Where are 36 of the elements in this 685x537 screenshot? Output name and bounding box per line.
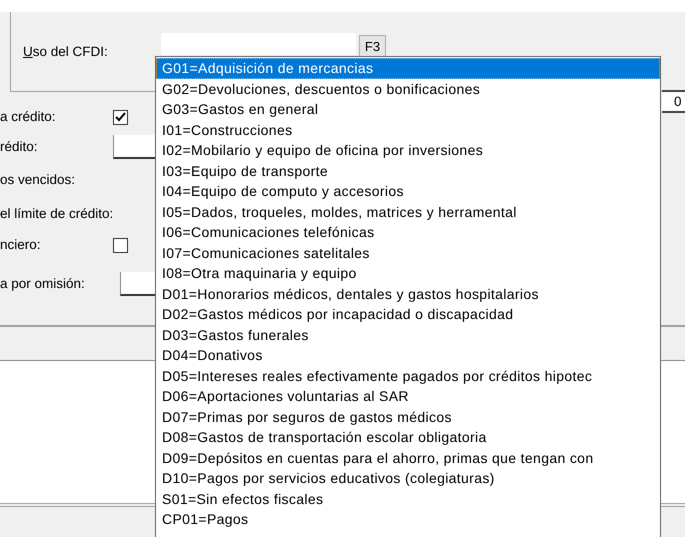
field-label: os vencidos: [0, 170, 76, 189]
list-item[interactable]: D01=Honorarios médicos, dentales y gastos hospitalarios [156, 284, 660, 304]
list-item[interactable]: D10=Pagos por servicios educativos (colegiaturas) [156, 468, 660, 488]
lookup-button[interactable]: F3 [359, 35, 386, 58]
list-item[interactable]: D03=Gastos funerales [156, 324, 660, 345]
list-item[interactable]: I05=Dados, troqueles, moldes, matrices y herramental [156, 202, 660, 222]
field-label: rédito: [0, 138, 38, 156]
list-item[interactable]: G03=Gastos en general [156, 99, 660, 120]
list-item[interactable]: CP01=Pagos [156, 509, 660, 530]
list-item[interactable]: G02=Devoluciones, descuentos o bonificaciones [156, 78, 660, 99]
list-item[interactable]: S01=Sin efectos fiscales [156, 488, 660, 509]
list-item[interactable]: I08=Otra maquinaria y equipo [156, 263, 660, 284]
list-item[interactable]: I02=Mobilario y equipo de oficina por inversiones [156, 140, 660, 160]
checkbox[interactable] [113, 110, 128, 124]
input-field[interactable] [161, 33, 356, 55]
list-item[interactable]: I04=Equipo de computo y accesorios [156, 181, 660, 202]
field-label: a crédito: [0, 108, 56, 126]
field-label: el límite de crédito: [0, 204, 114, 223]
list-item[interactable]: I07=Comunicaciones satelitales [156, 242, 660, 263]
checkmark-icon [115, 112, 126, 122]
field-label: Uso del CFDI: [23, 43, 109, 61]
checkbox[interactable] [113, 238, 128, 252]
list-item[interactable]: D07=Primas por seguros de gastos médicos [156, 406, 660, 427]
list-item[interactable]: I03=Equipo de transporte [156, 160, 660, 181]
list-item[interactable]: D05=Intereses reales efectivamente pagados por créditos hipotec [156, 366, 660, 386]
list-item[interactable]: D06=Aportaciones voluntarias al SAR [156, 386, 660, 406]
list-item[interactable]: I06=Comunicaciones telefónicas [156, 222, 660, 242]
list-item[interactable]: D08=Gastos de transportación escolar obligatoria [156, 427, 660, 448]
input-field[interactable]: 0 [662, 90, 685, 113]
field-label: a por omisión: [0, 274, 85, 293]
list-item[interactable]: D09=Depósitos en cuentas para el ahorro, primas que tengan con [156, 448, 660, 468]
list-item[interactable]: I01=Construcciones [156, 120, 660, 140]
list-item[interactable]: D04=Donativos [156, 345, 660, 366]
field-label: nciero: [0, 236, 41, 254]
list-item[interactable]: D02=Gastos médicos por incapacidad o discapacidad [156, 304, 660, 324]
list-item[interactable]: G01=Adquisición de mercancias [156, 58, 660, 78]
